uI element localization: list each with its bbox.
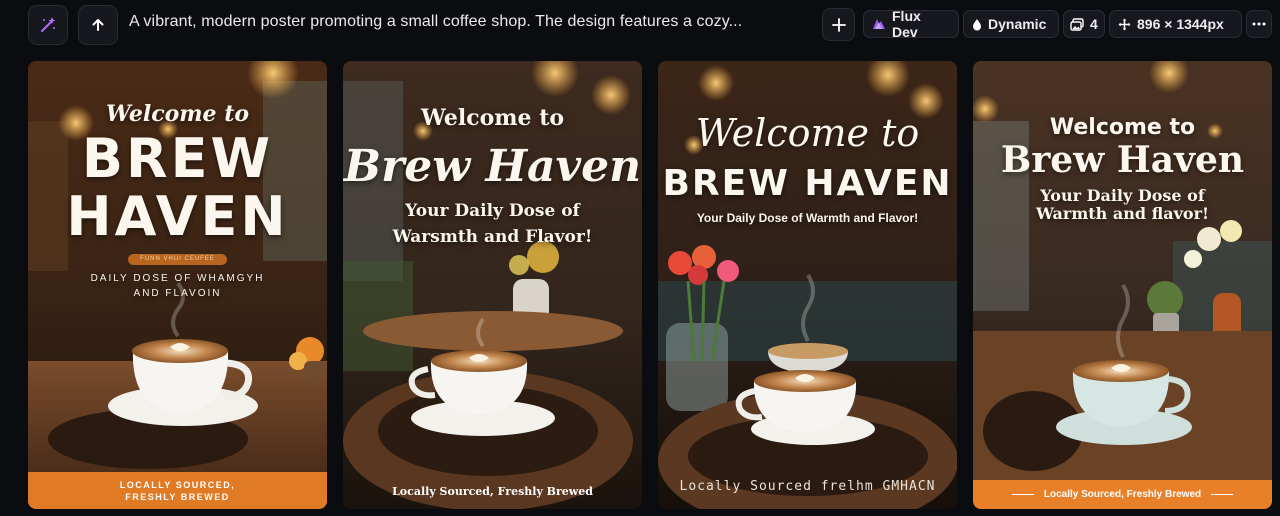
generated-image-4[interactable]: Welcome to Brew Haven Your Daily Dose of… — [973, 61, 1272, 509]
style-label: Dynamic — [988, 16, 1047, 32]
footer-divider-left — [1011, 494, 1034, 495]
poster-footer-text: Locally Sourced, Freshly Brewed — [1043, 489, 1202, 500]
poster-tagline-line-2: AND FLAVOIN — [133, 288, 222, 299]
model-selector[interactable]: Flux Dev — [863, 8, 959, 40]
poster-brand-name: Brew Haven — [343, 141, 642, 192]
plus-icon — [831, 17, 846, 32]
generated-image-1[interactable]: Welcome to BREW HAVEN FUNN VHUI CEUFEE D… — [28, 61, 327, 509]
poster-footer-band: Locally Sourced frelhm GMHACN — [658, 463, 957, 509]
poster-brand-line-1: BREW — [81, 127, 274, 190]
prompt-text[interactable]: A vibrant, modern poster promoting a sma… — [129, 13, 809, 31]
poster-footer-text: Locally Sourced frelhm GMHACN — [679, 478, 936, 494]
add-button[interactable] — [822, 8, 855, 41]
poster-brand-name: BREW HAVEN — [662, 163, 953, 204]
poster-ribbon: FUNN VHUI CEUFEE — [128, 254, 227, 265]
more-options-button[interactable] — [1246, 10, 1272, 38]
magic-prompt-button[interactable] — [28, 5, 68, 45]
footer-divider-right — [1211, 494, 1234, 495]
generated-image-3[interactable]: Welcome to BREW HAVEN Your Daily Dose of… — [658, 61, 957, 509]
size-label: 896 × 1344px — [1137, 16, 1224, 32]
poster-tagline-line-2: Warsmth and Flavor! — [392, 227, 593, 247]
poster-tagline-line-1: Your Daily Dose of — [405, 201, 580, 221]
poster-welcome-text: Welcome to — [420, 105, 565, 131]
poster-welcome-text: Welcome to — [105, 101, 250, 127]
poster-welcome-text: Welcome to — [695, 111, 920, 155]
images-icon — [1070, 17, 1084, 31]
more-icon — [1252, 22, 1266, 26]
poster-tagline: Your Daily Dose of Warmth and Flavor! — [696, 211, 919, 225]
poster-footer-band: Locally Sourced, Freshly Brewed — [973, 480, 1272, 509]
arrow-up-icon — [92, 19, 104, 31]
poster-brand-line-2: HAVEN — [66, 185, 289, 248]
model-label: Flux Dev — [892, 8, 921, 40]
style-selector[interactable]: Dynamic — [963, 10, 1059, 38]
poster-footer-text: Locally Sourced, Freshly Brewed — [392, 484, 593, 498]
poster-tagline-line-2: Warmth and flavor! — [1035, 204, 1210, 223]
poster-footer-line-2: FRESHLY BREWED — [125, 491, 230, 502]
drop-icon — [972, 18, 982, 31]
size-selector[interactable]: 896 × 1344px — [1109, 10, 1242, 38]
poster-footer-band: LOCALLY SOURCED, FRESHLY BREWED — [28, 472, 327, 509]
poster-tagline-line-1: Your Daily Dose of — [1040, 186, 1205, 205]
top-toolbar: A vibrant, modern poster promoting a sma… — [0, 0, 1280, 50]
image-count-selector[interactable]: 4 — [1063, 10, 1105, 38]
image-count-label: 4 — [1090, 16, 1098, 32]
poster-brand-name: Brew Haven — [1000, 139, 1245, 181]
reuse-prompt-button[interactable] — [78, 5, 118, 45]
magic-wand-icon — [41, 17, 56, 32]
generated-image-2[interactable]: Welcome to Brew Haven Your Daily Dose of… — [343, 61, 642, 509]
move-icon — [1118, 18, 1131, 31]
poster-footer-line-1: LOCALLY SOURCED, — [119, 479, 236, 490]
poster-welcome-text: Welcome to — [1049, 115, 1196, 140]
flux-logo-icon — [872, 18, 886, 30]
poster-tagline-line-1: DAILY DOSE OF WHAMGYH — [90, 273, 265, 284]
poster-footer-band: Locally Sourced, Freshly Brewed — [343, 473, 642, 509]
